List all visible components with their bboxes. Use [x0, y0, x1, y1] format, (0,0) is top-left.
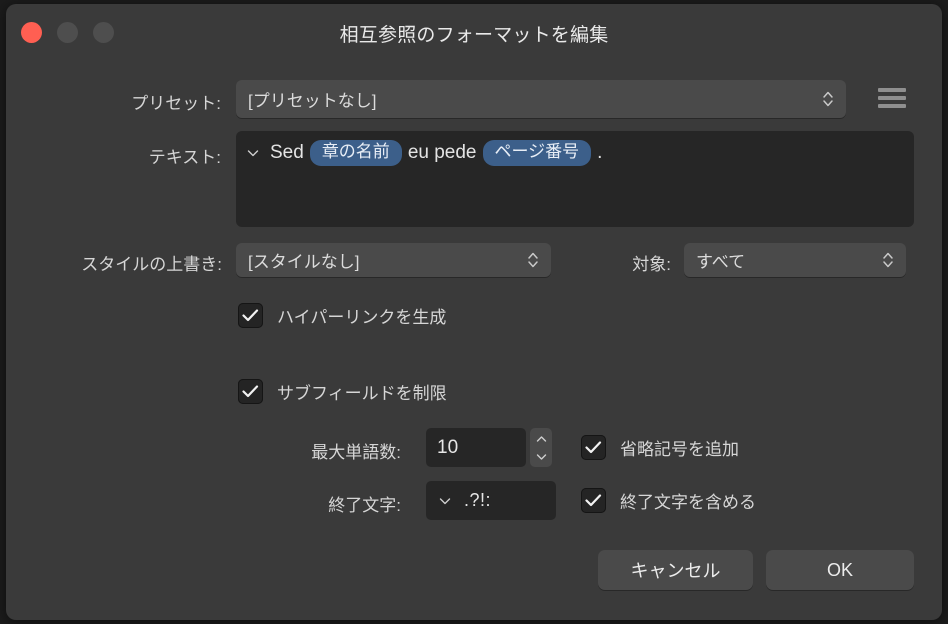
include-terminator-checkbox[interactable]: 終了文字を含める — [581, 488, 756, 513]
chevron-down-icon[interactable] — [438, 494, 452, 508]
style-override-value: [スタイルなし] — [248, 252, 360, 272]
stepper-down-icon[interactable] — [530, 447, 552, 466]
max-words-input[interactable]: 10 — [426, 428, 526, 467]
ok-button[interactable]: OK — [766, 550, 914, 590]
window-title: 相互参照のフォーマットを編集 — [339, 25, 609, 46]
target-value: すべて — [696, 252, 746, 272]
chevron-up-down-icon — [882, 248, 894, 272]
text-segment: eu pede — [407, 142, 477, 163]
checkbox-box — [581, 435, 606, 460]
target-label: 対象: — [632, 255, 671, 274]
checkbox-box — [238, 379, 263, 404]
terminator-input[interactable]: .?!: — [426, 481, 556, 520]
format-text-field[interactable]: Sed 章の名前 eu pede ページ番号 . — [236, 131, 914, 227]
checkbox-box — [238, 303, 263, 328]
text-segment: Sed — [270, 142, 304, 163]
hamburger-bar — [878, 104, 906, 108]
include-terminator-label: 終了文字を含める — [620, 493, 756, 512]
token-line: Sed 章の名前 eu pede ページ番号 . — [246, 139, 904, 167]
token-page-number[interactable]: ページ番号 — [482, 140, 592, 166]
max-words-stepper[interactable] — [530, 428, 552, 467]
max-words-label: 最大単語数: — [311, 443, 401, 462]
hamburger-bar — [878, 96, 906, 100]
preset-select[interactable]: [プリセットなし] — [236, 80, 846, 118]
preset-label: プリセット: — [131, 94, 221, 113]
text-segment: . — [597, 142, 603, 163]
hamburger-bar — [878, 88, 906, 92]
check-icon — [585, 441, 602, 454]
dialog-window: 相互参照のフォーマットを編集 プリセット: [プリセットなし] テキスト: Se… — [6, 4, 942, 620]
preset-value: [プリセットなし] — [248, 91, 377, 111]
terminator-label: 終了文字: — [328, 496, 401, 515]
cancel-button[interactable]: キャンセル — [598, 550, 753, 590]
stepper-up-icon[interactable] — [530, 429, 552, 448]
terminator-value: .?!: — [464, 490, 492, 510]
limit-subfield-label: サブフィールドを制限 — [277, 384, 447, 403]
max-words-value: 10 — [437, 436, 459, 458]
generate-hyperlink-checkbox[interactable]: ハイパーリンクを生成 — [238, 303, 446, 328]
check-icon — [242, 309, 259, 322]
check-icon — [242, 385, 259, 398]
generate-hyperlink-label: ハイパーリンクを生成 — [277, 308, 447, 327]
title-bar: 相互参照のフォーマットを編集 — [6, 4, 942, 60]
chevron-up-down-icon — [822, 87, 834, 111]
limit-subfield-checkbox[interactable]: サブフィールドを制限 — [238, 379, 447, 404]
checkbox-box — [581, 488, 606, 513]
style-override-label: スタイルの上書き: — [81, 255, 222, 274]
hamburger-menu-icon[interactable] — [874, 87, 910, 111]
style-override-select[interactable]: [スタイルなし] — [236, 243, 551, 277]
token-chapter-name[interactable]: 章の名前 — [309, 140, 402, 166]
chevron-up-down-icon — [527, 248, 539, 272]
add-ellipsis-checkbox[interactable]: 省略記号を追加 — [581, 435, 739, 460]
text-label: テキスト: — [148, 148, 221, 167]
add-ellipsis-label: 省略記号を追加 — [620, 440, 739, 459]
chevron-down-icon[interactable] — [246, 146, 260, 160]
check-icon — [585, 494, 602, 507]
target-select[interactable]: すべて — [684, 243, 906, 277]
